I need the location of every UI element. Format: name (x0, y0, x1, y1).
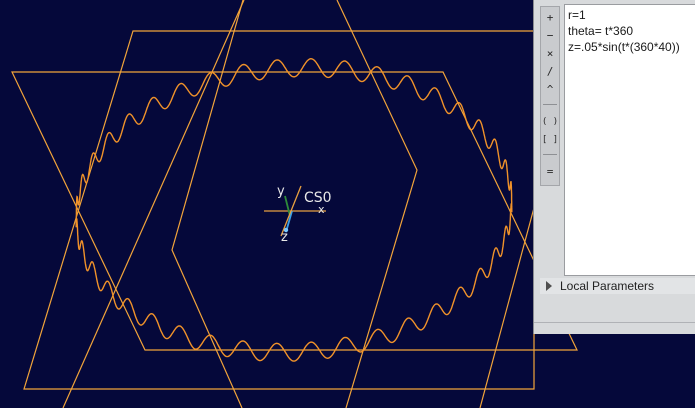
operator-toolbar: + − × / ^ ( ) [ ] = (540, 6, 560, 186)
z-axis-label: z (281, 230, 288, 245)
multiply-button[interactable]: × (541, 46, 559, 62)
csys-y-axis (284, 195, 291, 217)
brackets-button[interactable]: [ ] (541, 132, 559, 148)
equation-editor[interactable]: r=1 theta= t*360 z=.05*sin(t*(360*40)) (564, 4, 695, 276)
datum-edge-1 (62, 0, 245, 408)
equals-button[interactable]: = (541, 164, 559, 180)
equation-line-z: z=.05*sin(t*(360*40)) (568, 40, 680, 54)
expand-triangle-icon (546, 281, 552, 291)
parentheses-button[interactable]: ( ) (541, 114, 559, 130)
toolbar-divider (543, 104, 557, 105)
datum-plane-side[interactable] (171, 0, 244, 408)
divide-button[interactable]: / (541, 64, 559, 80)
minus-button[interactable]: − (541, 28, 559, 44)
datum-plane-side-right[interactable] (336, 0, 418, 408)
datum-plane-back[interactable] (23, 30, 535, 390)
plus-button[interactable]: + (541, 10, 559, 26)
equation-line-r: r=1 (568, 8, 586, 22)
y-axis-label: y (277, 184, 285, 199)
local-parameters-label: Local Parameters (560, 279, 655, 293)
sine-helix-curve[interactable] (75, 57, 513, 362)
x-axis-label: x (318, 203, 325, 216)
toolbar-divider (543, 154, 557, 155)
equation-line-theta: theta= t*360 (568, 24, 634, 38)
local-parameters-toggle[interactable]: Local Parameters (540, 278, 695, 294)
relations-panel: + − × / ^ ( ) [ ] = r=1 theta= t*360 z=.… (533, 0, 695, 334)
power-button[interactable]: ^ (541, 82, 559, 98)
panel-divider (534, 322, 695, 323)
